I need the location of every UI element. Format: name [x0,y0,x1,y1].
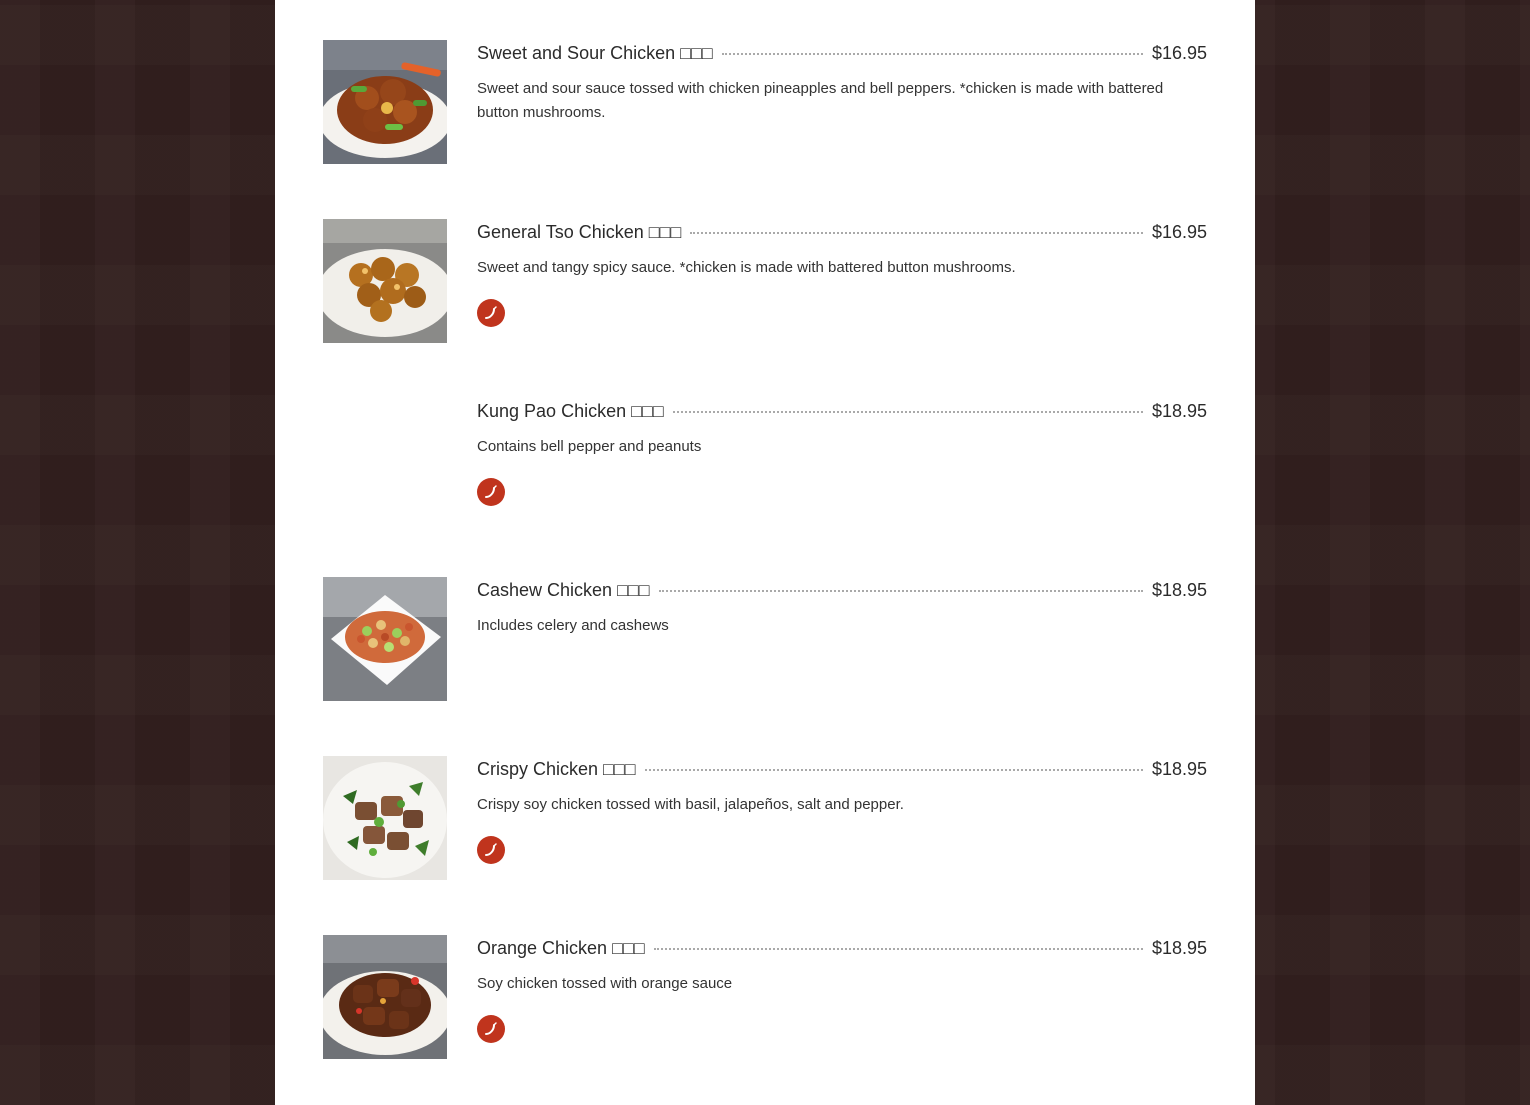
menu-item-price: $18.95 [1151,401,1207,421]
menu-item-crispy-chicken[interactable]: Crispy Chicken □□□ $18.95 Crispy soy chi… [323,756,1207,880]
menu-item-description: Soy chicken tossed with orange sauce [477,975,733,992]
menu-item-name: Sweet and Sour Chicken □□□ [477,43,713,63]
menu-item-info: Sweet and Sour Chicken □□□ $16.95 Sweet … [477,40,1207,125]
menu-item-cashew-chicken[interactable]: Cashew Chicken □□□ $18.95 Includes celer… [323,577,1207,701]
chili-pepper-icon [477,1015,505,1043]
menu-item-kung-pao-chicken[interactable]: Kung Pao Chicken □□□ $18.95 Contains bel… [323,398,1207,522]
menu-item-info: Crispy Chicken □□□ $18.95 Crispy soy chi… [477,756,1207,864]
menu-item-title-row: Crispy Chicken □□□ $18.95 [477,756,1207,782]
menu-item-description: Includes celery and cashews [477,617,669,634]
menu-item-title-row: Sweet and Sour Chicken □□□ $16.95 [477,40,1207,66]
menu-item-info: Orange Chicken □□□ $18.95 Soy chicken to… [477,935,1207,1043]
dot-leader [672,411,1143,413]
menu-item-price: $16.95 [1151,222,1207,242]
dish-photo[interactable] [323,756,447,880]
menu-item-price: $18.95 [1151,759,1207,779]
dot-leader [658,590,1143,592]
chili-pepper-icon [477,836,505,864]
menu-item-price: $18.95 [1151,580,1207,600]
menu-panel: Sweet and Sour Chicken □□□ $16.95 Sweet … [275,0,1255,1105]
menu-item-title-row: General Tso Chicken □□□ $16.95 [477,219,1207,245]
dish-photo[interactable] [323,40,447,164]
menu-item-price: $18.95 [1151,938,1207,958]
menu-item-title-row: Orange Chicken □□□ $18.95 [477,935,1207,961]
menu-item-info: Cashew Chicken □□□ $18.95 Includes celer… [477,577,1207,638]
dot-leader [644,769,1143,771]
menu-item-price: $16.95 [1151,43,1207,63]
dot-leader [653,948,1143,950]
menu-item-name: Cashew Chicken □□□ [477,580,650,600]
chili-pepper-icon [477,299,505,327]
menu-item-description: Contains bell pepper and peanuts [477,438,702,455]
dish-photo[interactable] [323,935,447,1059]
menu-item-name: Orange Chicken □□□ [477,938,645,958]
menu-item-title-row: Kung Pao Chicken □□□ $18.95 [477,398,1207,424]
menu-item-name: Crispy Chicken □□□ [477,759,636,779]
dish-photo[interactable] [323,219,447,343]
menu-item-general-tso-chicken[interactable]: General Tso Chicken □□□ $16.95 Sweet and… [323,219,1207,343]
chili-pepper-icon [477,478,505,506]
menu-item-info: General Tso Chicken □□□ $16.95 Sweet and… [477,219,1207,327]
menu-item-sweet-and-sour-chicken[interactable]: Sweet and Sour Chicken □□□ $16.95 Sweet … [323,40,1207,164]
menu-item-description: Sweet and tangy spicy sauce. *chicken is… [477,259,1016,276]
menu-item-description: Sweet and sour sauce tossed with chicken… [477,80,1164,121]
dot-leader [721,53,1143,55]
dot-leader [690,232,1143,234]
dish-photo[interactable] [323,577,447,701]
menu-item-name: Kung Pao Chicken □□□ [477,401,664,421]
menu-item-info: Kung Pao Chicken □□□ $18.95 Contains bel… [477,398,1207,506]
menu-item-description: Crispy soy chicken tossed with basil, ja… [477,796,904,813]
menu-item-name: General Tso Chicken □□□ [477,222,682,242]
menu-item-orange-chicken[interactable]: Orange Chicken □□□ $18.95 Soy chicken to… [323,935,1207,1059]
menu-item-title-row: Cashew Chicken □□□ $18.95 [477,577,1207,603]
